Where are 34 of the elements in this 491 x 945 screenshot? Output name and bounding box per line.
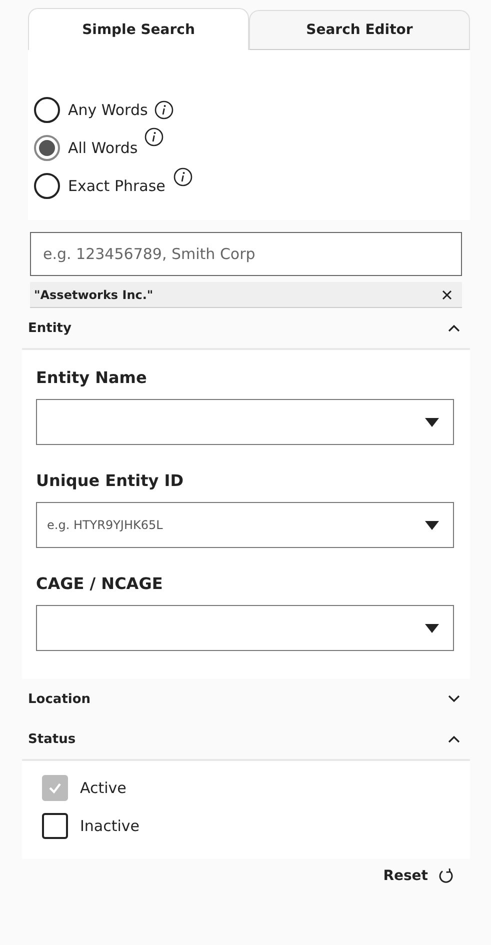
info-icon — [144, 127, 164, 147]
dropdown-field[interactable] — [36, 605, 454, 651]
radio-button[interactable] — [34, 135, 60, 161]
caret-icon — [425, 418, 439, 426]
info-icon — [173, 167, 194, 187]
tab[interactable]: Simple Search — [28, 8, 249, 50]
search-field[interactable]: e.g. 123456789, Smith Corp — [30, 232, 462, 276]
caret-icon — [425, 624, 439, 632]
radio-button[interactable] — [34, 173, 60, 199]
section-title[interactable]: Status — [28, 732, 76, 746]
chevron-up-icon[interactable] — [448, 324, 460, 332]
dropdown-field[interactable]: e.g. HTYR9YJHK65L — [36, 502, 454, 548]
caret-icon — [425, 520, 439, 530]
chevron-down-icon[interactable] — [448, 695, 460, 703]
chevron-up-icon[interactable] — [448, 735, 460, 743]
checkbox-label[interactable]: Inactive — [80, 817, 140, 835]
option-label[interactable]: Any Words — [68, 101, 148, 119]
dropdown-field[interactable] — [36, 399, 454, 445]
info-icon — [154, 100, 174, 120]
option-label[interactable]: All Words — [68, 139, 138, 157]
checkbox[interactable] — [42, 813, 68, 839]
field-label: CAGE / NCAGE — [36, 574, 164, 593]
option-label[interactable]: Exact Phrase — [68, 177, 166, 195]
placeholder-text: e.g. HTYR9YJHK65L — [47, 518, 164, 532]
radio-button[interactable] — [34, 97, 60, 123]
tab[interactable]: Search Editor — [249, 10, 470, 50]
section-title[interactable]: Entity — [28, 320, 72, 336]
field-label: Entity Name — [36, 368, 148, 387]
close-icon[interactable] — [442, 290, 452, 300]
chip-label: "Assetworks Inc." — [34, 288, 154, 302]
section-title[interactable]: Location — [28, 692, 91, 706]
field-label: Unique Entity ID — [36, 471, 184, 490]
reset-button[interactable]: Reset — [377, 867, 460, 885]
refresh-icon — [438, 868, 454, 884]
